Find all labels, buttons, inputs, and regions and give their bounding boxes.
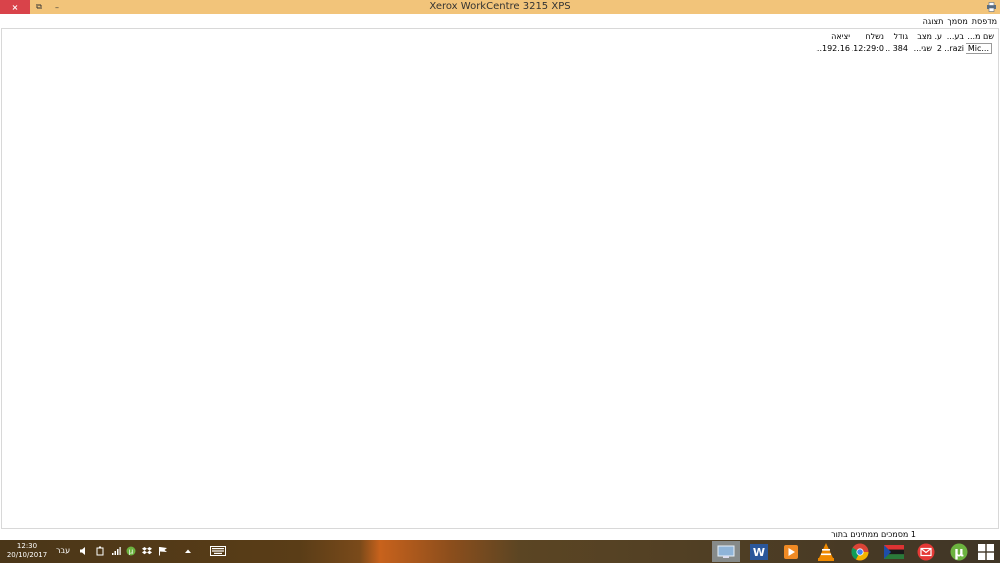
status-cell: שגי... bbox=[913, 43, 932, 53]
menu-document[interactable]: מסמך bbox=[947, 17, 967, 26]
network-signal-icon[interactable] bbox=[110, 545, 122, 557]
printer-icon[interactable] bbox=[986, 2, 997, 12]
power-icon[interactable] bbox=[94, 545, 106, 557]
word-icon[interactable]: W bbox=[745, 541, 773, 562]
column-header-pages[interactable]: ע... bbox=[934, 32, 944, 41]
language-bar-icon[interactable] bbox=[880, 541, 908, 562]
mail-icon[interactable] bbox=[912, 541, 940, 562]
svg-text:W: W bbox=[753, 546, 765, 559]
document-name: Mic... bbox=[966, 42, 992, 54]
owner-cell: razi... bbox=[944, 43, 964, 53]
taskbar: 12:30 20/10/2017 עבר µ W µ bbox=[0, 540, 1000, 563]
network-desktop-icon[interactable] bbox=[712, 541, 740, 562]
column-header-size[interactable]: גודל bbox=[886, 32, 910, 41]
input-language-indicator[interactable]: עבר bbox=[56, 546, 70, 555]
clock-date: 20/10/2017 bbox=[6, 551, 48, 559]
column-header-document-name[interactable]: שם מ... bbox=[966, 32, 996, 41]
size-cell: 384 ... bbox=[886, 43, 908, 53]
print-queue-list[interactable]: שם מ... בע... ע... מצב גודל נשלח יציאה M… bbox=[1, 28, 999, 529]
column-header-submitted[interactable]: נשלח bbox=[852, 32, 886, 41]
table-row[interactable]: Mic... razi... 2 שגי... 384 ... 12:29:0.… bbox=[816, 42, 996, 54]
window-title: Xerox WorkCentre 3215 XPS bbox=[429, 1, 571, 12]
system-clock[interactable]: 12:30 20/10/2017 bbox=[4, 542, 50, 560]
column-header-owner[interactable]: בע... bbox=[944, 32, 966, 41]
vlc-icon[interactable] bbox=[812, 541, 840, 562]
status-bar: 1 מסמכים ממתינים בתור bbox=[0, 529, 1000, 540]
menu-bar: מדפסת מסמך תצוגה bbox=[0, 14, 1000, 28]
show-hidden-icons-arrow-icon[interactable] bbox=[182, 545, 194, 557]
menu-printer[interactable]: מדפסת bbox=[972, 17, 997, 26]
menu-view[interactable]: תצוגה bbox=[923, 17, 944, 26]
utorrent-tray-icon[interactable]: µ bbox=[125, 545, 137, 557]
pages-cell: 2 bbox=[936, 43, 942, 53]
document-name-cell[interactable]: Mic... bbox=[966, 42, 996, 54]
windows-start-icon[interactable] bbox=[977, 543, 995, 561]
utorrent-icon[interactable]: µ bbox=[945, 541, 973, 562]
title-bar: × ⧉ – Xerox WorkCentre 3215 XPS bbox=[0, 0, 1000, 14]
action-center-flag-icon[interactable] bbox=[157, 545, 169, 557]
dropbox-icon[interactable] bbox=[141, 545, 153, 557]
media-player-icon[interactable] bbox=[777, 541, 805, 562]
status-text: 1 מסמכים ממתינים בתור bbox=[831, 530, 916, 539]
column-header-row: שם מ... בע... ע... מצב גודל נשלח יציאה bbox=[816, 30, 996, 42]
svg-text:µ: µ bbox=[129, 548, 134, 556]
keyboard-icon[interactable] bbox=[210, 545, 226, 557]
column-header-port[interactable]: יציאה bbox=[816, 32, 852, 41]
svg-text:µ: µ bbox=[954, 545, 964, 560]
chrome-icon[interactable] bbox=[846, 541, 874, 562]
clock-time: 12:30 bbox=[16, 542, 38, 550]
port-cell: 192.16... bbox=[816, 43, 850, 53]
submitted-cell: 12:29:0... bbox=[852, 43, 884, 53]
volume-icon[interactable] bbox=[78, 545, 90, 557]
column-header-status[interactable]: מצב bbox=[910, 32, 934, 41]
